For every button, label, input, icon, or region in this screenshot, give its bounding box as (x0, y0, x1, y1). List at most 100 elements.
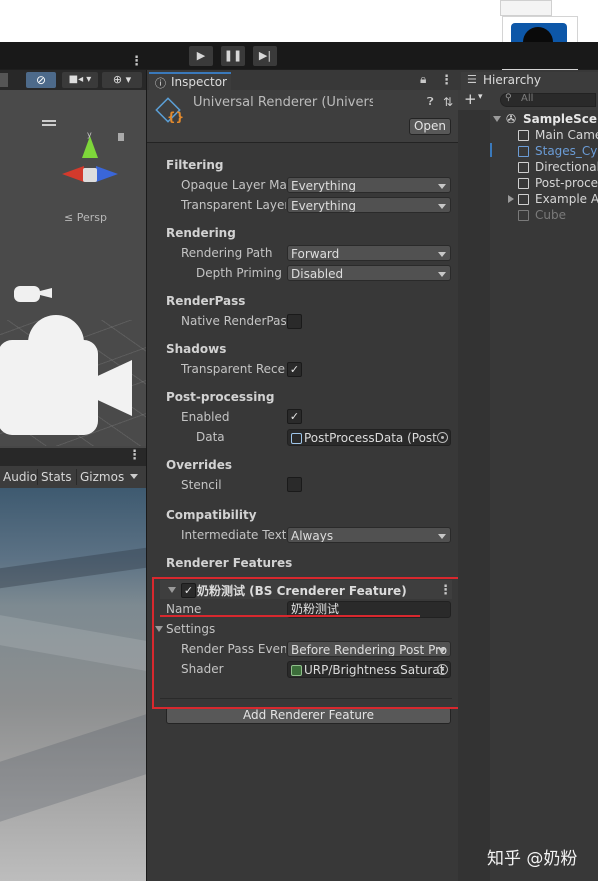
gameobject-cube-icon (518, 210, 529, 221)
lock-icon[interactable] (118, 133, 124, 141)
unity-scene-icon: ✇ (506, 112, 517, 126)
pause-icon: ❚❚ (223, 49, 243, 62)
section-filtering: Filtering (166, 158, 224, 172)
info-icon: ⓘ (155, 77, 166, 90)
camera-dropdown-button[interactable]: ■◂ ▾ (62, 72, 98, 88)
open-button[interactable]: Open (409, 118, 451, 135)
camera-icon: ■◂ ▾ (68, 74, 92, 85)
annotation-box (152, 577, 467, 709)
game-viewport[interactable] (0, 488, 146, 881)
z-axis-gizmo-icon[interactable] (96, 166, 118, 182)
expand-arrow-icon[interactable] (493, 116, 501, 122)
gameobject-cube-icon (518, 178, 529, 189)
chevron-down-icon (438, 184, 446, 189)
stencil-label: Stencil (181, 478, 222, 492)
intermediate-texture-label: Intermediate Textu (181, 528, 286, 542)
inspector-header: {} Universal Renderer (Universal Rende ❓… (147, 90, 458, 143)
hierarchy-search-input[interactable]: ⚲ All (500, 93, 596, 107)
add-icon[interactable]: + (464, 90, 477, 108)
gameobject-cube-icon (518, 162, 529, 173)
hidden-eye-icon: ⊘ (35, 73, 47, 87)
chevron-down-icon (438, 272, 446, 277)
section-renderpass: RenderPass (166, 294, 246, 308)
asset-icon (291, 433, 302, 444)
play-toolbar (0, 42, 598, 69)
chevron-down-icon (438, 252, 446, 257)
postprocess-data-field[interactable]: PostProcessData (Post (287, 429, 451, 446)
section-shadows: Shadows (166, 342, 227, 356)
depth-priming-label: Depth Priming M (196, 266, 286, 280)
hierarchy-gutter (458, 110, 490, 881)
chevron-down-icon[interactable]: ▾ (478, 92, 483, 102)
add-renderer-feature-button[interactable]: Add Renderer Feature (166, 707, 451, 724)
transparent-receive-label: Transparent Recei (181, 362, 286, 376)
depth-priming-dropdown[interactable]: Disabled (287, 265, 451, 281)
intermediate-texture-dropdown[interactable]: Always (287, 527, 451, 543)
section-rendering: Rendering (166, 226, 236, 240)
scene-tool-left[interactable] (0, 73, 8, 87)
rendering-path-label: Rendering Path (181, 246, 273, 260)
small-camera-icon (14, 286, 40, 302)
opaque-layer-label: Opaque Layer Mas (181, 178, 286, 192)
globe-icon: ⊕ ▾ (112, 73, 132, 86)
play-button[interactable]: ▶ (189, 46, 213, 66)
gameobject-cube-icon (518, 194, 529, 205)
step-button[interactable]: ▶| (253, 46, 277, 66)
help-icon[interactable]: ❓︎ (427, 95, 434, 109)
scene-viewport[interactable]: y ≤ Persp (0, 90, 146, 446)
visibility-toggle-button[interactable]: ⊘ (26, 72, 56, 88)
lock-icon[interactable]: 🔒︎ (420, 72, 426, 87)
transparent-layer-dropdown[interactable]: Everything (287, 197, 451, 213)
opaque-layer-dropdown[interactable]: Everything (287, 177, 451, 193)
search-icon: ⚲ (505, 93, 512, 103)
prefab-cube-icon (518, 146, 529, 157)
transparent-layer-label: Transparent Layer (181, 198, 286, 212)
watermark: 知乎 @奶粉 (487, 849, 578, 869)
y-axis-gizmo-icon[interactable] (82, 136, 98, 158)
gizmo-dropdown-button[interactable]: ⊕ ▾ (102, 72, 142, 88)
section-postprocessing: Post-processing (166, 390, 275, 404)
chevron-down-icon (438, 204, 446, 209)
play-icon: ▶ (196, 49, 206, 62)
annotation-underline (160, 615, 420, 617)
audio-toggle[interactable]: Audio (0, 469, 40, 485)
section-overrides: Overrides (166, 458, 232, 472)
section-compatibility: Compatibility (166, 508, 257, 522)
chevron-down-icon (438, 534, 446, 539)
object-title: Universal Renderer (Universal Rende (193, 95, 373, 110)
drag-handle-icon[interactable] (42, 120, 56, 122)
expand-arrow-icon[interactable] (508, 195, 514, 203)
data-label: Data (196, 430, 225, 444)
gameobject-cube-icon (518, 130, 529, 141)
list-icon: ☰ (467, 73, 477, 86)
tab-hierarchy[interactable]: ☰ Hierarchy (461, 72, 598, 90)
gizmos-button[interactable]: Gizmos (76, 469, 127, 485)
selection-marker (490, 143, 492, 157)
settings-icon[interactable]: ⇅ (443, 95, 453, 109)
gizmo-center-icon[interactable] (83, 168, 97, 182)
game-toolbar: Audio Stats Gizmos (0, 466, 146, 488)
checkmark-icon: ✓ (289, 410, 300, 423)
hierarchy-toolbar: + ▾ ⚲ All (458, 90, 598, 111)
stencil-checkbox[interactable] (287, 477, 302, 492)
enabled-checkbox[interactable]: ✓ (287, 409, 302, 424)
enabled-label: Enabled (181, 410, 230, 424)
scene-toolbar: ⊘ ■◂ ▾ ⊕ ▾ ⋮ (0, 55, 146, 90)
x-axis-gizmo-icon[interactable] (62, 166, 84, 182)
scene-more-icon[interactable]: ⋮ (130, 55, 143, 68)
stats-button[interactable]: Stats (37, 469, 75, 485)
object-picker-icon (437, 432, 448, 443)
gizmos-dropdown-icon[interactable] (130, 474, 138, 479)
native-renderpass-checkbox[interactable] (287, 314, 302, 329)
step-icon: ▶| (258, 49, 272, 62)
tab-inspector[interactable]: ⓘ Inspector (149, 72, 231, 92)
transparent-receive-checkbox[interactable]: ✓ (287, 362, 302, 377)
game-more-icon[interactable]: ⋮ (128, 449, 141, 462)
inspector-more-icon[interactable]: ⋮ (440, 74, 453, 87)
rendering-path-dropdown[interactable]: Forward (287, 245, 451, 261)
persp-label[interactable]: ≤ Persp (64, 211, 107, 224)
section-renderer-features: Renderer Features (166, 556, 293, 570)
thumbnail-image (500, 0, 552, 16)
checkmark-icon: ✓ (289, 363, 300, 376)
pause-button[interactable]: ❚❚ (221, 46, 245, 66)
